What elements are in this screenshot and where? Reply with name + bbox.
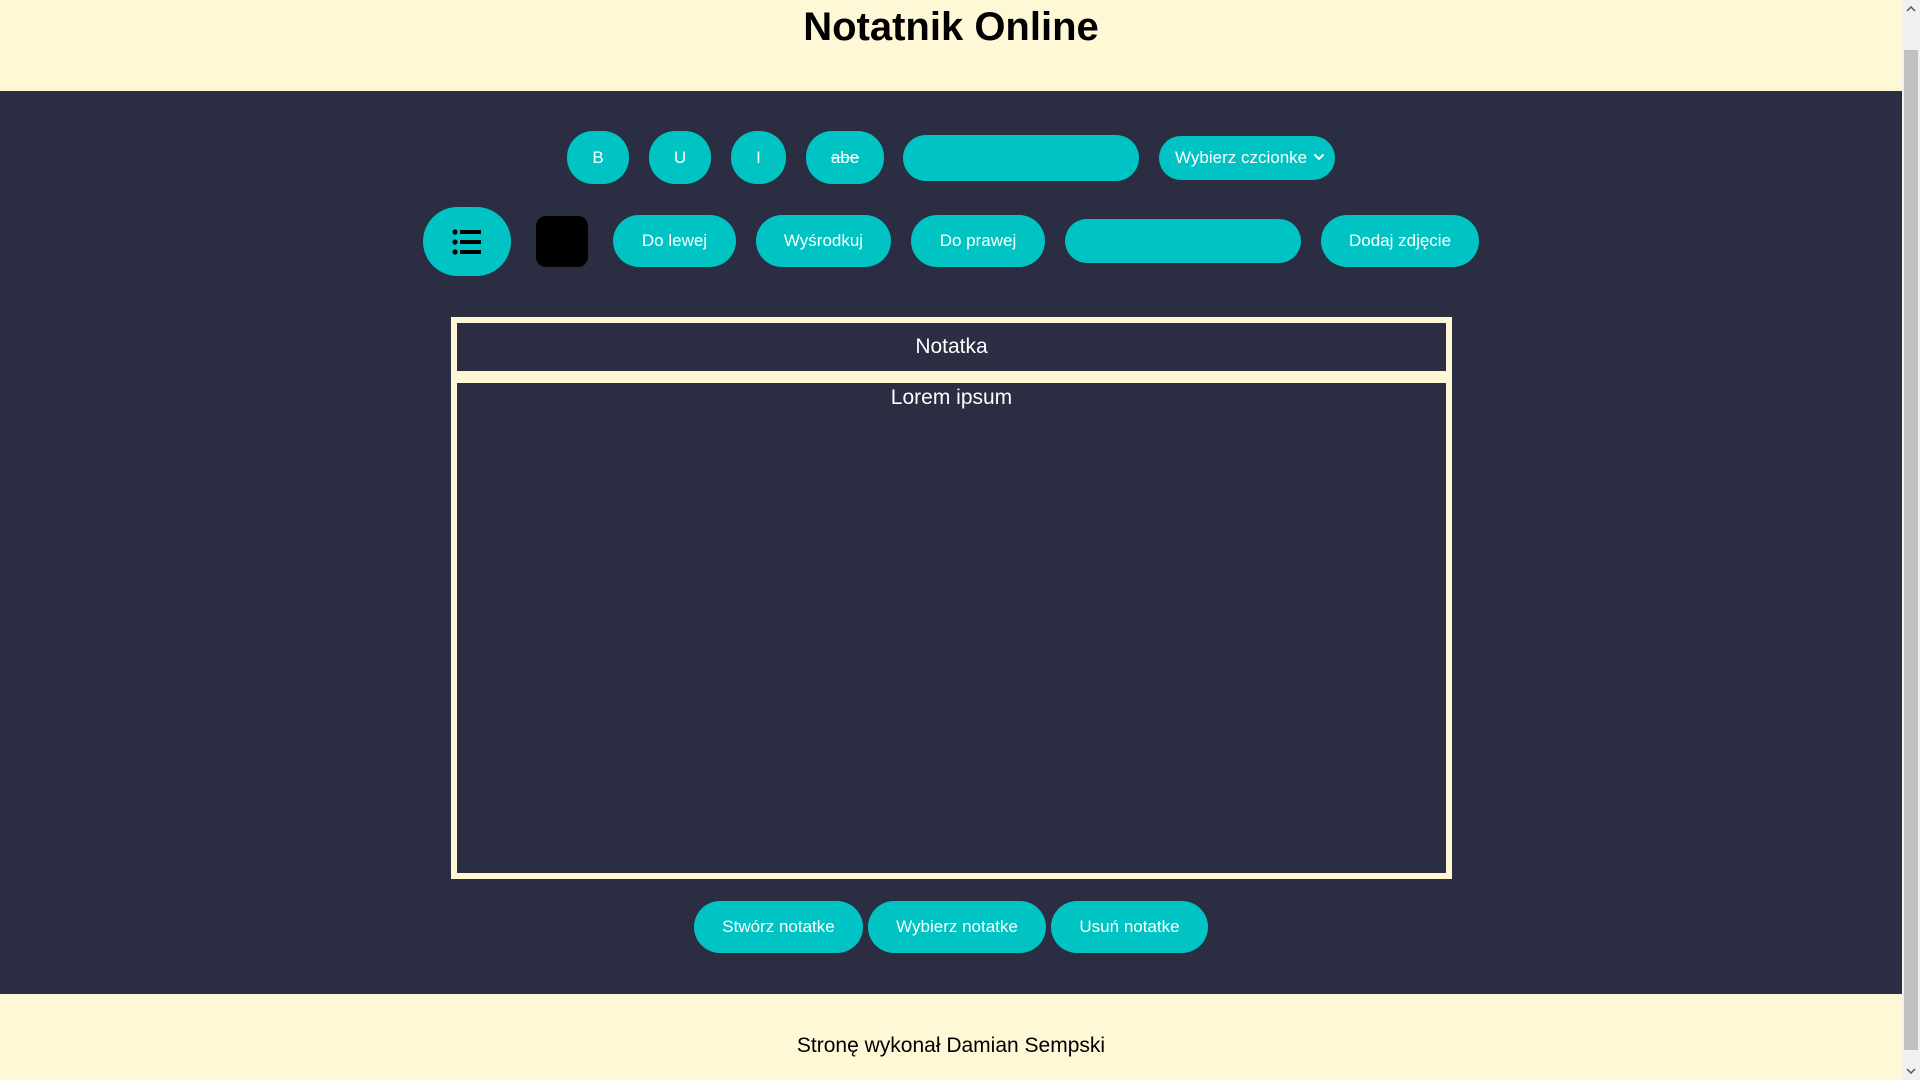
delete-note-button[interactable]: Usuń notatke bbox=[1051, 901, 1208, 953]
footer-credit: Stronę wykonał Damian Sempski bbox=[796, 1034, 1106, 1057]
image-url-input[interactable] bbox=[1065, 219, 1301, 263]
list-button[interactable] bbox=[423, 207, 511, 276]
italic-button[interactable]: I bbox=[731, 131, 786, 184]
vertical-scrollbar[interactable] bbox=[1902, 0, 1920, 1080]
scroll-down-arrow-icon[interactable] bbox=[1902, 1062, 1920, 1080]
note-frame: Notatka Lorem ipsum bbox=[451, 317, 1452, 879]
align-left-button[interactable]: Do lewej bbox=[613, 215, 736, 267]
font-select[interactable]: Wybierz czcionke bbox=[1159, 136, 1335, 180]
underline-button[interactable]: U bbox=[649, 131, 711, 184]
page-header: Notatnik Online bbox=[0, 0, 1902, 91]
scroll-up-arrow-icon[interactable] bbox=[1902, 0, 1920, 18]
choose-note-button[interactable]: Wybierz notatke bbox=[868, 901, 1046, 953]
scrollbar-thumb[interactable] bbox=[1904, 50, 1918, 1050]
align-right-button[interactable]: Do prawej bbox=[911, 215, 1045, 267]
color-picker[interactable] bbox=[536, 216, 588, 267]
page-footer: Stronę wykonał Damian Sempski bbox=[0, 994, 1902, 1080]
note-body-editor[interactable]: Lorem ipsum bbox=[457, 383, 1446, 873]
font-size-input[interactable] bbox=[903, 135, 1139, 181]
main-area: B U I abe Wybierz czcionke Do lewej Wyśr… bbox=[0, 91, 1902, 994]
chevron-down-icon bbox=[1314, 154, 1324, 161]
page: Notatnik Online B U I abe Wybierz czcion… bbox=[0, 0, 1902, 1080]
align-center-button[interactable]: Wyśrodkuj bbox=[756, 215, 891, 267]
strikethrough-button[interactable]: abe bbox=[806, 131, 884, 184]
list-icon bbox=[452, 228, 481, 255]
strikethrough-label: abe bbox=[830, 147, 860, 167]
add-image-button[interactable]: Dodaj zdjęcie bbox=[1321, 215, 1479, 267]
page-title: Notatnik Online bbox=[803, 5, 1099, 49]
font-select-value: Wybierz czcionke bbox=[1175, 148, 1308, 167]
create-note-button[interactable]: Stwórz notatke bbox=[694, 901, 863, 953]
bold-button[interactable]: B bbox=[567, 131, 629, 184]
note-title-field[interactable]: Notatka bbox=[457, 323, 1446, 371]
